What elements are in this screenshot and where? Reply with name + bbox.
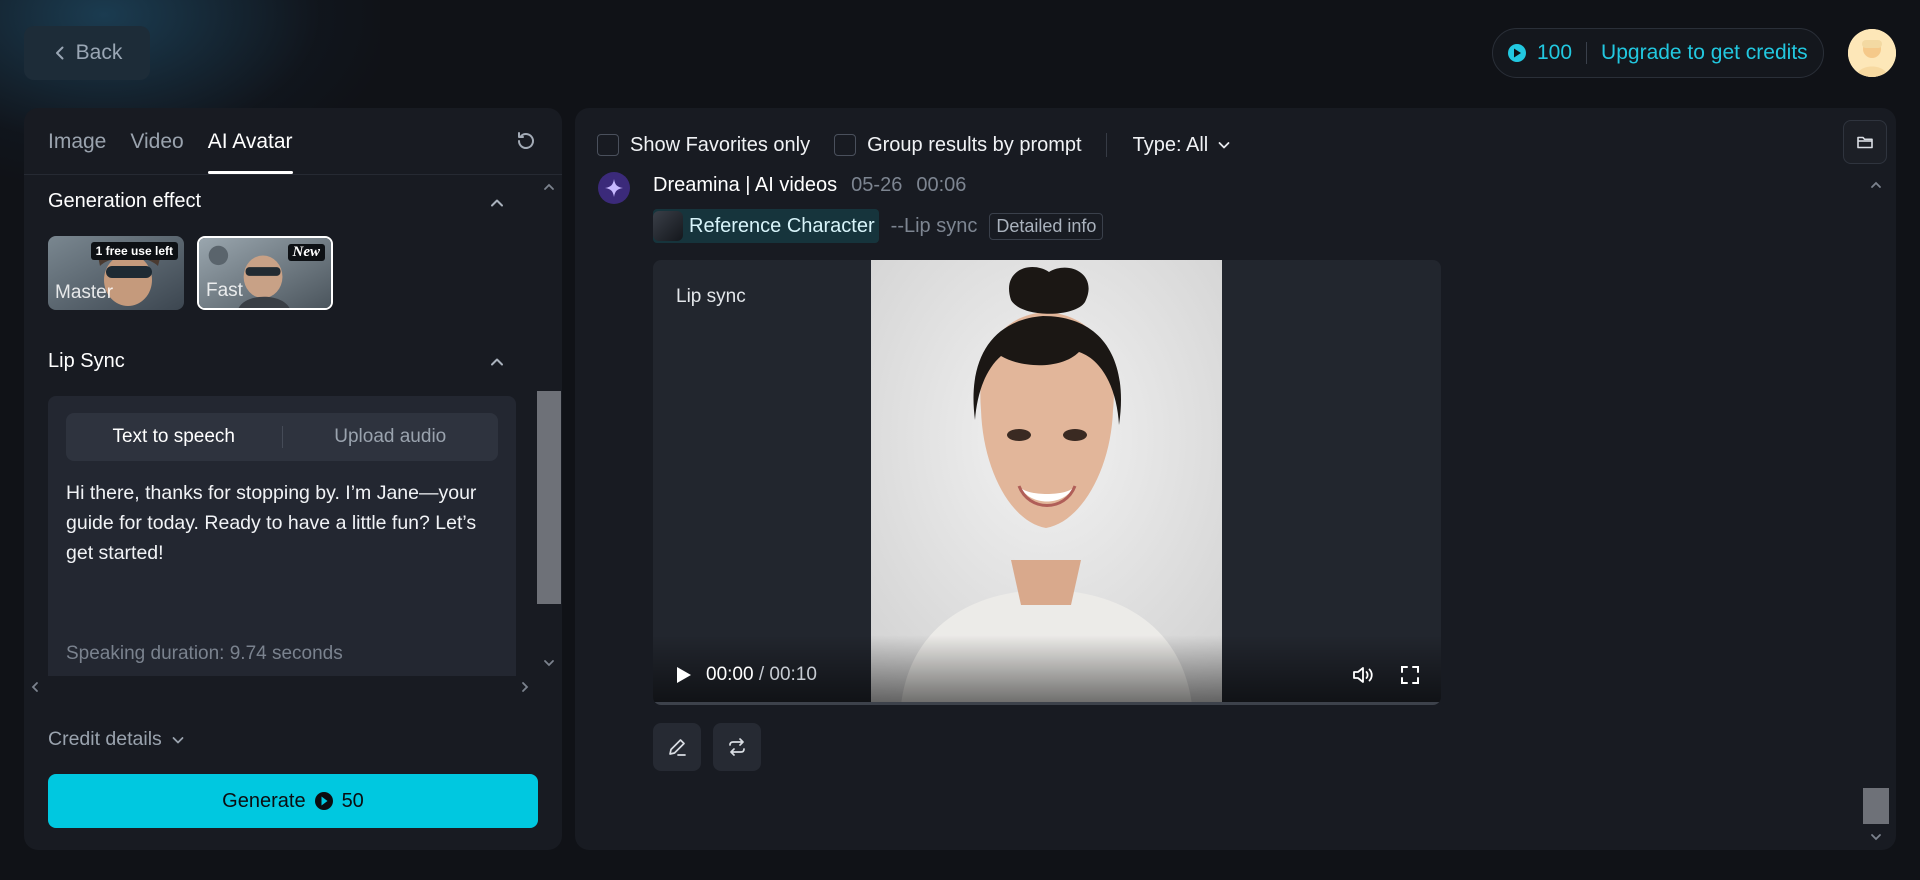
refresh-icon[interactable]: [514, 129, 538, 153]
folder-icon: [1857, 136, 1873, 149]
scroll-right-icon[interactable]: [518, 680, 532, 694]
total-duration: 00:10: [769, 664, 817, 685]
type-filter-dropdown[interactable]: Type: All: [1133, 134, 1233, 157]
favorites-label: Show Favorites only: [630, 133, 811, 156]
mode-tabs: Image Video AI Avatar: [48, 108, 293, 174]
pill-divider: [1586, 42, 1588, 64]
play-icon[interactable]: [673, 665, 693, 685]
chevron-down-icon: [1218, 142, 1230, 149]
detailed-info-button[interactable]: Detailed info: [989, 212, 1104, 240]
tab-image[interactable]: Image: [48, 108, 106, 174]
credits-pill: 100 Upgrade to get credits: [1492, 28, 1824, 78]
results-panel: Show Favorites only Group results by pro…: [575, 108, 1896, 850]
chevron-left-icon: [55, 46, 64, 60]
upgrade-link[interactable]: Upgrade to get credits: [1601, 41, 1808, 65]
left-scrollbar-thumb[interactable]: [537, 391, 561, 604]
horizontal-scrollbar[interactable]: [24, 676, 562, 698]
lip-sync-title: Lip Sync: [48, 350, 125, 372]
chevron-down-icon: [172, 736, 184, 743]
credit-coin-icon: [1508, 44, 1526, 62]
favorites-checkbox[interactable]: Show Favorites only: [597, 134, 810, 157]
scroll-down-icon[interactable]: [1869, 830, 1883, 844]
repeat-icon: [729, 738, 745, 756]
reference-character-chip[interactable]: Reference Character: [653, 209, 879, 243]
scroll-left-icon[interactable]: [28, 680, 42, 694]
scroll-up-icon[interactable]: [1869, 178, 1883, 192]
tab-ai-avatar[interactable]: AI Avatar: [207, 108, 293, 174]
checkbox-box: [834, 134, 857, 156]
credit-details-toggle[interactable]: Credit details: [48, 728, 186, 751]
pencil-icon: [669, 739, 686, 756]
group-by-prompt-checkbox[interactable]: Group results by prompt: [834, 134, 1082, 157]
generation-effect-title: Generation effect: [48, 190, 202, 212]
tabs-divider: [24, 174, 562, 175]
folder-button[interactable]: [1843, 120, 1887, 164]
video-timecode: 00:00 / 00:10: [706, 664, 817, 686]
free-use-badge: 1 free use left: [90, 242, 178, 260]
video-controls: 00:00 / 00:10: [653, 635, 1441, 705]
reference-label: Reference Character: [689, 214, 875, 237]
scroll-down-icon[interactable]: [542, 656, 556, 670]
result-author: Dreamina | AI videos: [653, 174, 838, 196]
result-date: 05-26: [851, 174, 903, 196]
reference-thumbnail: [653, 211, 683, 241]
chevron-up-icon[interactable]: [488, 194, 506, 212]
generate-label: Generate: [222, 789, 306, 812]
current-time: 00:00: [706, 664, 754, 685]
tab-video[interactable]: Video: [130, 108, 183, 174]
fullscreen-icon[interactable]: [1399, 664, 1421, 686]
speaking-duration: Speaking duration: 9.74 seconds: [66, 643, 343, 664]
credit-coin-icon: [314, 792, 333, 810]
lip-sync-box: Text to speech Upload audio Hi there, th…: [48, 396, 516, 686]
lip-sync-mode-toggle: Text to speech Upload audio: [66, 413, 498, 461]
result-meta: Dreamina | AI videos 05-26 00:06: [653, 174, 966, 197]
filter-bar: Show Favorites only Group results by pro…: [597, 128, 1232, 162]
result-time: 00:06: [916, 174, 967, 196]
checkbox-box: [597, 134, 619, 156]
effect-label-fast: Fast: [206, 280, 243, 301]
back-label: Back: [75, 41, 123, 64]
mode-tag: --Lip sync: [890, 214, 978, 237]
user-avatar-illustration: [1848, 29, 1896, 77]
user-avatar[interactable]: [1848, 29, 1896, 77]
filter-divider: [1105, 133, 1107, 157]
generate-cost: 50: [341, 789, 364, 812]
effect-option-fast[interactable]: New Fast: [197, 236, 333, 310]
regenerate-button[interactable]: [713, 723, 761, 771]
results-scrollbar-thumb[interactable]: [1863, 788, 1889, 824]
back-button[interactable]: Back: [24, 26, 150, 80]
time-separator: /: [758, 664, 765, 685]
video-progress-bar[interactable]: [653, 702, 1441, 705]
tab-upload-audio[interactable]: Upload audio: [283, 426, 499, 448]
left-panel: Image Video AI Avatar Generation effect …: [24, 108, 562, 850]
group-label: Group results by prompt: [867, 133, 1082, 156]
video-overlay-label: Lip sync: [676, 286, 746, 307]
new-badge: New: [287, 244, 325, 261]
tab-text-to-speech[interactable]: Text to speech: [66, 426, 282, 448]
generate-button[interactable]: Generate 50: [48, 774, 538, 828]
effect-label-master: Master: [55, 282, 114, 303]
scroll-up-icon[interactable]: [542, 180, 556, 194]
type-filter-label: Type: All: [1132, 133, 1209, 156]
speech-text-input[interactable]: Hi there, thanks for stopping by. I’m Ja…: [66, 478, 498, 568]
video-player[interactable]: Lip sync 00:00 / 00:10: [653, 260, 1441, 705]
dreamina-logo: [598, 172, 630, 204]
result-prompt-line: Reference Character --Lip sync Detailed …: [653, 209, 1104, 243]
volume-icon[interactable]: [1351, 664, 1375, 686]
credit-details-label: Credit details: [48, 728, 162, 750]
sparkle-icon: [605, 179, 623, 197]
chevron-up-icon[interactable]: [488, 353, 506, 371]
credit-count: 100: [1537, 41, 1573, 64]
edit-button[interactable]: [653, 723, 701, 771]
effect-option-master[interactable]: 1 free use left Master: [48, 236, 184, 310]
